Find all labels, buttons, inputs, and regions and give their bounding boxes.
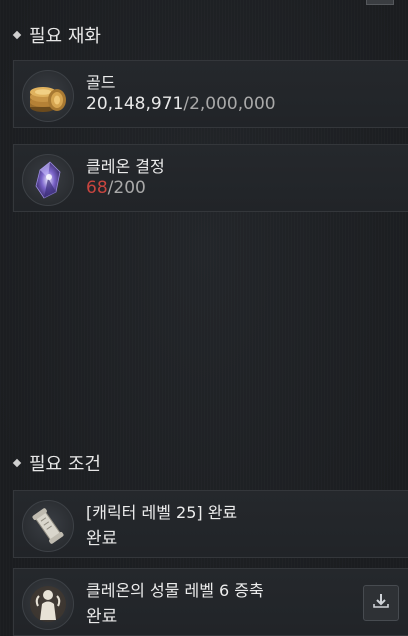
- owned-amount: 20,148,971: [86, 94, 184, 114]
- required-amount: 2,000,000: [189, 94, 276, 114]
- material-quantity: 68/200: [86, 178, 146, 198]
- material-card-gold[interactable]: 골드 20,148,971/2,000,000: [13, 60, 408, 128]
- gold-coins-icon: [22, 70, 74, 122]
- condition-status: 완료: [86, 529, 118, 549]
- condition-name: [캐릭터 레벨 25] 완료: [86, 503, 238, 522]
- bullet-diamond-icon: [12, 30, 22, 40]
- material-name: 골드: [86, 73, 116, 92]
- window-edge-handle: [366, 0, 394, 5]
- materials-section-label: 필요 재화: [29, 26, 101, 47]
- required-amount: 200: [113, 178, 146, 198]
- condition-card-shrine-upgrade[interactable]: 클레온의 성물 레벨 6 증축 완료: [13, 568, 408, 636]
- condition-card-character-level[interactable]: [캐릭터 레벨 25] 완료 완료: [13, 490, 408, 558]
- download-button[interactable]: [363, 585, 399, 621]
- condition-status: 완료: [86, 607, 118, 627]
- material-quantity: 20,148,971/2,000,000: [86, 94, 276, 114]
- materials-section-title: 필요 재화: [12, 22, 101, 48]
- scroll-icon: [22, 500, 74, 552]
- condition-name: 클레온의 성물 레벨 6 증축: [86, 581, 264, 600]
- bullet-diamond-icon: [12, 458, 22, 468]
- material-name: 클레온 결정: [86, 157, 165, 176]
- crystal-icon: [22, 154, 74, 206]
- statue-icon: [22, 578, 74, 630]
- conditions-section-title: 필요 조건: [12, 450, 101, 476]
- download-icon: [372, 592, 390, 614]
- conditions-section-label: 필요 조건: [29, 454, 101, 475]
- owned-amount: 68: [86, 178, 108, 198]
- material-card-crystal[interactable]: 클레온 결정 68/200: [13, 144, 408, 212]
